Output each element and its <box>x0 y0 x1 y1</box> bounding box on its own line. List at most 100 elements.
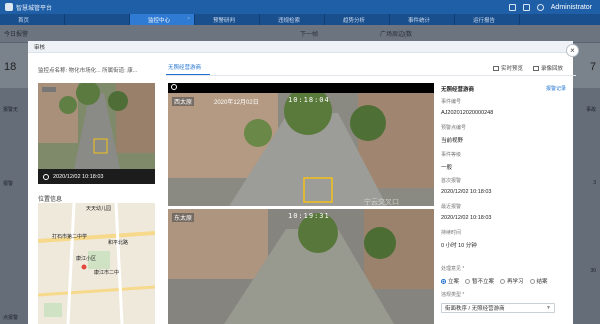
event-detail-panel: 无照经营游商 报警记录 事件编号 AJ202012020000248 预警点编号… <box>441 85 566 313</box>
tab-report[interactable]: 运行报告 <box>455 14 520 25</box>
bg-text: 30 <box>590 268 596 274</box>
bg-text: 下一帧 <box>300 32 319 38</box>
tab-label: 事件统计 <box>408 17 431 24</box>
modal-header: 审核 <box>28 41 573 53</box>
tab-stats[interactable]: 事件统计 <box>390 14 455 25</box>
frame-time: 10:19:31 <box>288 212 330 220</box>
bg-text: 今日报警 <box>4 32 29 38</box>
radio-icon <box>500 278 506 284</box>
select-value: 街面秩序 / 无照经营游商 <box>445 306 505 312</box>
map-place: 打石市第二中学 <box>52 234 88 240</box>
field-level: 事件等级 一般 <box>441 151 461 171</box>
app-title: 智慧城管平台 <box>16 5 53 12</box>
frame-time: 10:18:04 <box>288 96 330 104</box>
field-value: 2020/12/02 10:18:03 <box>441 189 492 195</box>
field-value: 当前视野 <box>441 138 464 144</box>
snapshot-image <box>38 83 155 169</box>
frame-label: 西太原 <box>172 97 195 106</box>
camera-name: 物化市场化... 所属街道: 康... <box>68 68 138 74</box>
monitor-icon <box>493 65 499 71</box>
snapshot-time: 2020/12/02 10:18:03 <box>53 173 104 180</box>
bg-text: 事故 <box>585 107 596 113</box>
snapshot-footer: 2020/12/02 10:18:03 <box>38 169 155 184</box>
close-icon: × <box>570 46 575 55</box>
bg-text: 报警 <box>3 181 14 187</box>
camera-label: 监控点名称: <box>38 68 68 74</box>
avatar-icon[interactable] <box>536 3 544 11</box>
playback-icon <box>533 65 539 71</box>
opinion-radio-group: 立案 暂不立案 再学习 结案 <box>441 277 548 285</box>
field-value: 0 小时 10 分钟 <box>441 243 477 249</box>
field-value: 一般 <box>441 165 453 171</box>
bg-text: 广场周边(数 <box>380 32 412 38</box>
tab-strip: 首页 监控中心 × 预警研判 违规检索 趋势分析 事件统计 运行报告 <box>0 14 600 25</box>
tab-spacer <box>65 14 130 25</box>
field-label: 处理意见 * <box>441 266 465 272</box>
field-duration: 持续时间 0 小时 10 分钟 <box>441 229 477 249</box>
tab-trend[interactable]: 趋势分析 <box>325 14 390 25</box>
close-icon[interactable]: × <box>187 16 190 22</box>
tab-home[interactable]: 首页 <box>0 14 65 25</box>
field-first-alarm: 首次报警 2020/12/02 10:18:03 <box>441 177 491 195</box>
frame-watermark: 宁云交叉口 <box>364 199 399 206</box>
radio-close-case[interactable]: 结案 <box>529 277 548 285</box>
frame-label: 东太原 <box>172 213 195 222</box>
radio-checked-icon <box>441 278 446 284</box>
field-label: 事件等级 <box>441 152 462 158</box>
radio-label: 立案 <box>448 279 460 285</box>
field-label: 预警点编号 <box>441 125 467 131</box>
field-label: 持续时间 <box>441 230 462 236</box>
map-place: 天天幼儿园 <box>86 206 112 212</box>
tab-video-type[interactable]: 无照经营游商 <box>168 63 201 71</box>
tab-label: 运行报告 <box>473 17 496 24</box>
chevron-down-icon: ▼ <box>546 305 551 311</box>
bg-text: 点报警 <box>3 315 19 321</box>
tab-label: 趋势分析 <box>343 17 366 24</box>
tab-active-indicator <box>166 74 210 75</box>
tab-label: 首页 <box>18 17 30 24</box>
handling-opinion: 处理意见 * 立案 暂不立案 再学习 结案 <box>441 265 548 285</box>
map-roads <box>38 203 155 324</box>
frame-date: 2020年12月02日 <box>214 100 259 106</box>
user-name[interactable]: Administrator <box>551 4 592 11</box>
camera-info: 监控点名称: 物化市场化... 所属街道: 康... <box>38 66 137 74</box>
search-icon[interactable] <box>171 84 177 90</box>
download-icon[interactable] <box>508 3 516 11</box>
bg-text: 3 <box>593 180 596 186</box>
radio-relearn[interactable]: 再学习 <box>500 277 524 285</box>
tab-label: 监控中心 <box>148 17 171 24</box>
alarm-record-link[interactable]: 报警记录 <box>546 85 566 92</box>
tab-search[interactable]: 违规检索 <box>260 14 325 25</box>
app-logo: 智慧城管平台 <box>0 3 52 12</box>
violation-type: 违规类型 * 街面秩序 / 无照经营游商 ▼ <box>441 291 555 313</box>
video-toolbar <box>168 83 434 93</box>
close-button[interactable]: × <box>566 44 579 57</box>
field-value: AJ202012020000248 <box>441 110 494 116</box>
tab-warning[interactable]: 预警研判 <box>195 14 260 25</box>
location-map[interactable]: 天天幼儿园 打石市第二中学 和平北路 康江小区 康江市二中 <box>38 203 155 324</box>
radio-no-case[interactable]: 暂不立案 <box>465 277 494 285</box>
video-player[interactable]: 西太原 10:18:04 2020年12月02日 宁云交叉口 东太原 10:19… <box>168 93 434 324</box>
playback-label: 录像回放 <box>541 66 564 72</box>
radio-label: 暂不立案 <box>472 279 495 285</box>
location-title: 位置信息 <box>38 197 63 203</box>
field-label: 首次报警 <box>441 178 462 184</box>
radio-label: 结案 <box>536 279 548 285</box>
live-preview-button[interactable]: 实时预览 <box>493 64 523 72</box>
radio-label: 再学习 <box>507 279 524 285</box>
violation-type-select[interactable]: 街面秩序 / 无照经营游商 ▼ <box>441 303 555 313</box>
bg-side-right: 事故 3 30 <box>572 88 600 324</box>
radio-icon <box>529 278 535 284</box>
tab-underline <box>166 75 576 76</box>
field-value: 2020/12/02 10:18:03 <box>441 215 492 221</box>
tab-label: 预警研判 <box>213 17 236 24</box>
tab-monitor[interactable]: 监控中心 × <box>130 14 195 25</box>
field-warning-point: 预警点编号 当前视野 <box>441 124 466 144</box>
field-label: 最近报警 <box>441 204 462 210</box>
message-icon[interactable] <box>522 3 530 11</box>
bg-sidebar: 报警无 报警 点报警 <box>0 88 28 324</box>
radio-file-case[interactable]: 立案 <box>441 277 459 285</box>
event-title: 无照经营游商 <box>441 87 475 93</box>
playback-button[interactable]: 录像回放 <box>533 64 563 72</box>
review-modal: 审核 × 监控点名称: 物化市场化... 所属街道: 康... 2020/12/… <box>28 41 579 324</box>
